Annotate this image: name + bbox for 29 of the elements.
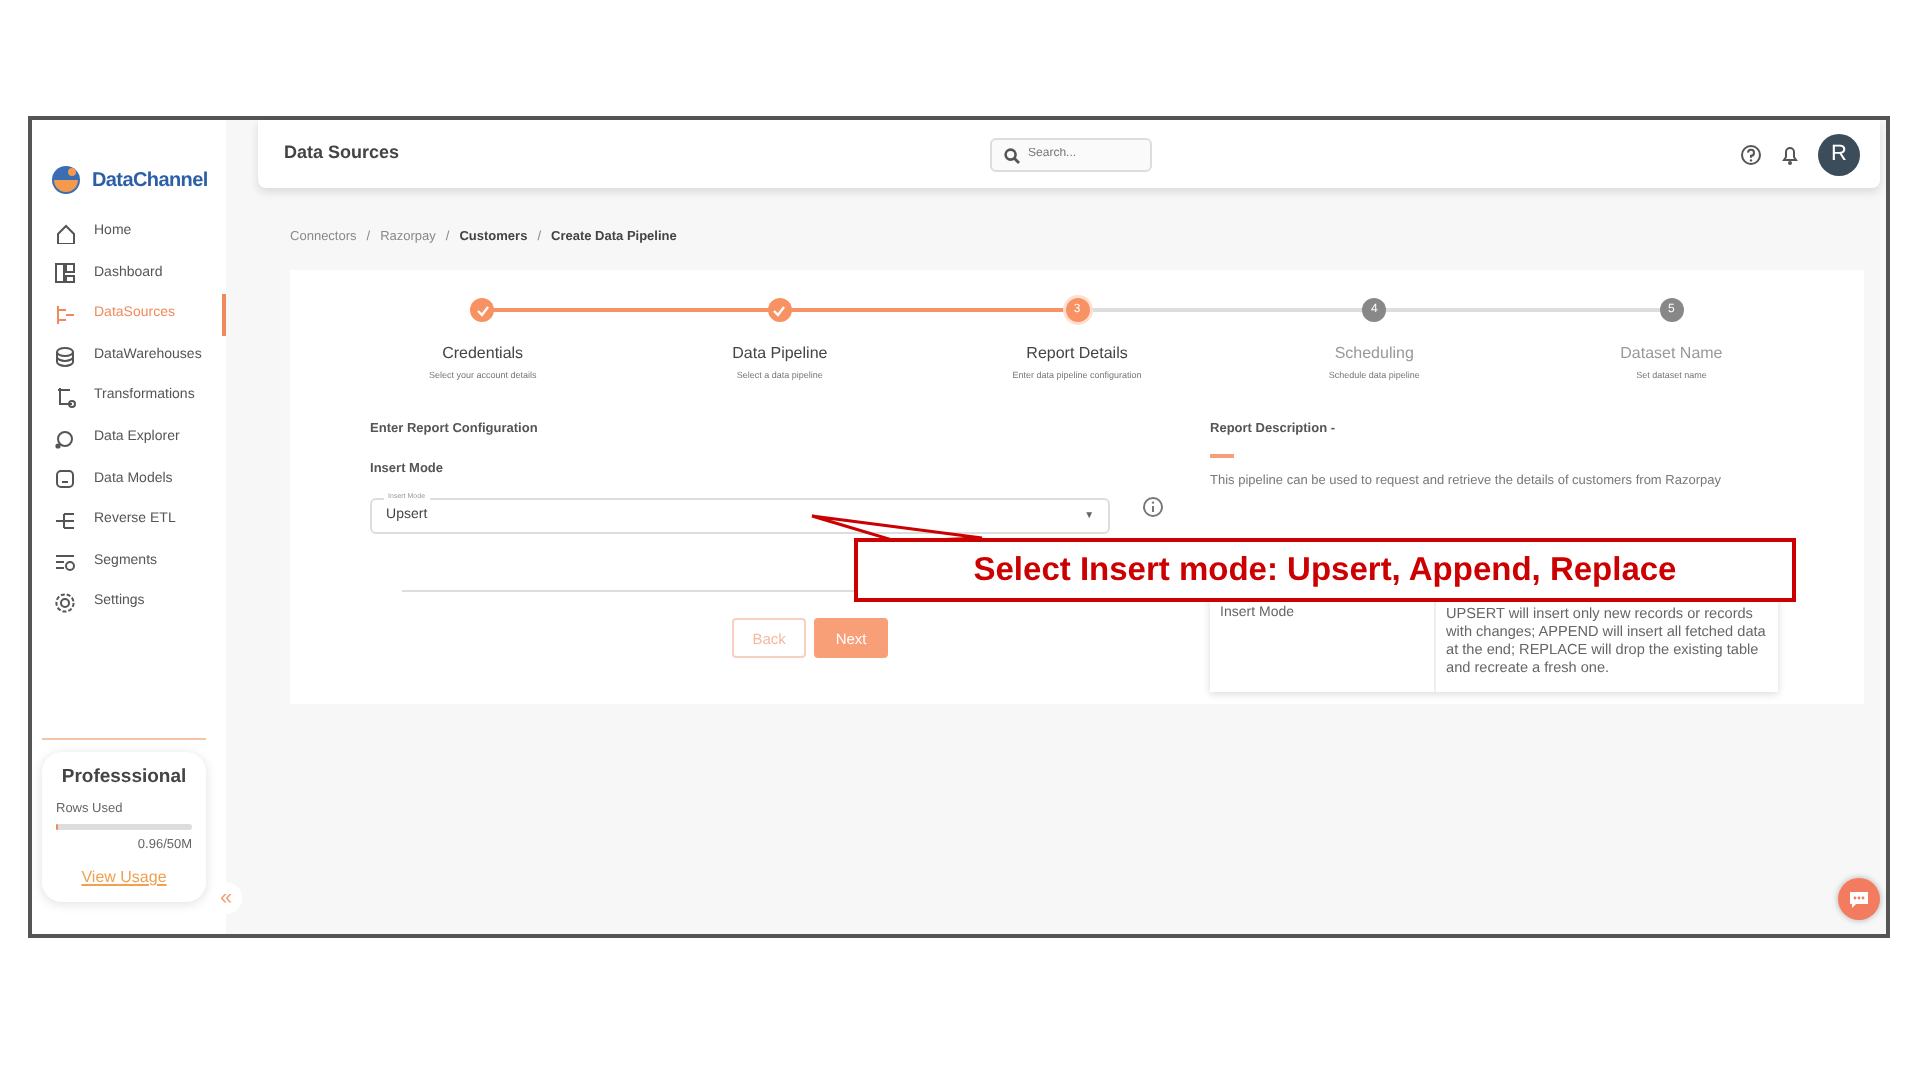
- dashboard-icon: [54, 262, 76, 285]
- segments-icon: [54, 551, 76, 574]
- logo-icon: [48, 162, 84, 198]
- home-icon: [54, 221, 76, 244]
- bell-icon: [1780, 143, 1800, 165]
- avatar[interactable]: R: [1818, 133, 1860, 175]
- step-title: Report Details: [1026, 342, 1128, 366]
- step-title: Scheduling: [1334, 342, 1414, 366]
- step-title: Dataset Name: [1620, 342, 1723, 366]
- settings-icon: [54, 592, 76, 615]
- transform-icon: [54, 386, 76, 409]
- logo-text: DataChannel: [92, 167, 208, 195]
- check-icon: [772, 303, 787, 317]
- search-icon: [1004, 147, 1021, 163]
- info-icon: [1142, 495, 1165, 518]
- branch-icon: [54, 509, 76, 532]
- callout-box: Select Insert mode: Upsert, Append, Replace: [854, 538, 1796, 602]
- model-icon: [54, 468, 76, 491]
- page-title: Data Sources: [284, 140, 402, 167]
- chat-icon: [1848, 889, 1870, 909]
- check-icon: [475, 303, 490, 317]
- plan-name: Professsional: [59, 764, 189, 793]
- flow-icon: [54, 303, 76, 326]
- chat-button[interactable]: [1838, 878, 1880, 920]
- database-icon: [54, 345, 76, 368]
- help-icon: [1740, 143, 1762, 165]
- step-title: Data Pipeline: [732, 342, 828, 366]
- explorer-icon: [54, 427, 76, 450]
- step-title: Credentials: [442, 342, 524, 366]
